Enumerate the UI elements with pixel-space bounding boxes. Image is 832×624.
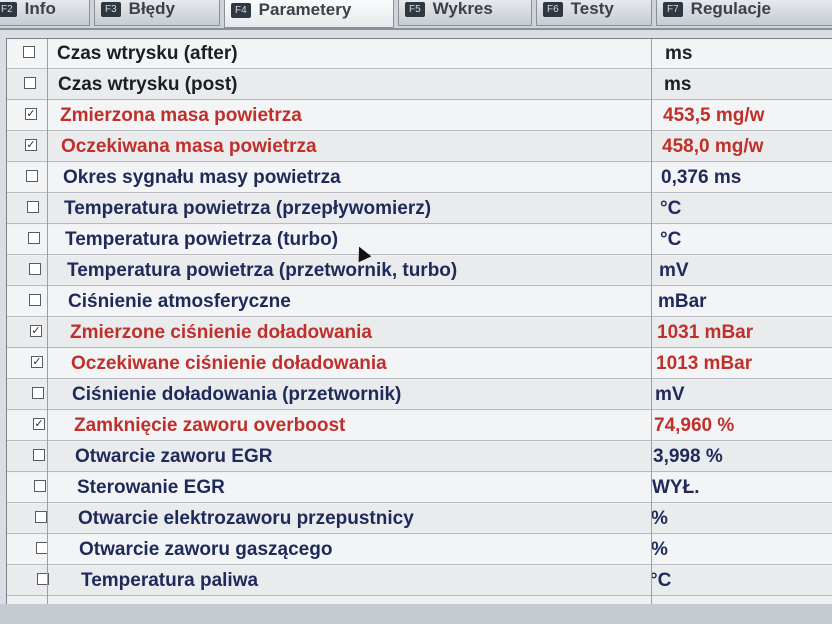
table-row[interactable]: Temperatura powietrza (turbo) °C bbox=[7, 225, 832, 255]
tab-label: Testy bbox=[570, 0, 614, 18]
table-row[interactable]: Otwarcie elektrozaworu przepustnicy% bbox=[7, 504, 832, 534]
table-row[interactable]: ✓ Zamknięcie zaworu overboost 74,960 % bbox=[7, 411, 832, 441]
parameter-value: mV bbox=[659, 260, 689, 281]
table-row[interactable]: Czas wtrysku (post) ms bbox=[7, 70, 832, 100]
parameter-name: Czas wtrysku (post) bbox=[58, 74, 238, 95]
parameter-value: °C bbox=[660, 229, 682, 250]
parameter-value: 1031 mBar bbox=[657, 322, 754, 343]
parameter-value: 74,960 % bbox=[654, 415, 735, 436]
table-row[interactable]: Czas wtrysku (after) ms bbox=[7, 39, 832, 69]
parameter-name: Ciśnienie doładowania (przetwornik) bbox=[72, 384, 402, 405]
row-checkbox[interactable]: ✓ bbox=[25, 139, 37, 151]
row-checkbox[interactable]: ✓ bbox=[30, 325, 42, 337]
row-checkbox[interactable] bbox=[26, 170, 38, 182]
parameter-name: Czas wtrysku (after) bbox=[57, 43, 238, 64]
parameter-name: Temperatura paliwa bbox=[81, 570, 259, 591]
row-checkbox[interactable]: ✓ bbox=[31, 356, 43, 368]
table-row[interactable]: Ciśnienie doładowania (przetwornik) mV bbox=[7, 380, 832, 410]
parameter-value: mV bbox=[655, 384, 685, 405]
row-checkbox[interactable] bbox=[28, 232, 40, 244]
parameter-value: % bbox=[651, 508, 668, 529]
parameter-value: 458,0 mg/w bbox=[662, 136, 764, 157]
parameter-name: Oczekiwana masa powietrza bbox=[61, 136, 317, 157]
table-row[interactable]: ✓ Oczekiwane ciśnienie doładowania 1013 mB… bbox=[7, 349, 832, 379]
row-checkbox[interactable] bbox=[23, 46, 35, 58]
tab-testy[interactable]: F6 Testy bbox=[536, 0, 652, 26]
tab-label: Błędy bbox=[128, 0, 175, 18]
parameter-name: Zmierzone ciśnienie doładowania bbox=[70, 322, 372, 343]
table-row[interactable]: ✓ Zmierzona masa powietrza 453,5 mg/w bbox=[7, 101, 832, 131]
tab-label: Parametery bbox=[258, 0, 352, 19]
tab-label: Wykres bbox=[432, 0, 493, 18]
row-checkbox[interactable]: ✓ bbox=[25, 108, 37, 120]
row-checkbox[interactable] bbox=[27, 201, 39, 213]
row-checkbox[interactable] bbox=[29, 294, 41, 306]
parameter-name: Otwarcie elektrozaworu przepustnicy bbox=[78, 508, 414, 529]
tab-label: Info bbox=[24, 0, 56, 18]
table-row[interactable]: Sterowanie EGR WYŁ. bbox=[7, 473, 832, 503]
table-row[interactable]: Temperatura powietrza (przepływomierz) °C bbox=[7, 194, 832, 224]
parameter-name: Zmierzona masa powietrza bbox=[60, 105, 302, 126]
table-row[interactable]: Temperatura paliwa °C bbox=[7, 566, 832, 596]
status-strip bbox=[0, 604, 832, 624]
tab-wykres[interactable]: F5 Wykres bbox=[398, 0, 532, 26]
parameter-value: ms bbox=[665, 43, 693, 64]
row-checkbox[interactable] bbox=[35, 511, 47, 523]
row-checkbox[interactable] bbox=[34, 480, 46, 492]
parameter-value: WYŁ. bbox=[652, 477, 700, 498]
parameter-value: 0,376 ms bbox=[661, 167, 742, 188]
parameter-value: ms bbox=[664, 74, 692, 95]
tab-key: F5 bbox=[405, 1, 425, 17]
tab-bledy[interactable]: F3 Błędy bbox=[94, 0, 220, 26]
parameter-name: Oczekiwane ciśnienie doładowania bbox=[71, 353, 387, 374]
row-checkbox[interactable] bbox=[32, 387, 44, 399]
tab-key: F2 bbox=[0, 1, 17, 17]
parameter-name: Zamknięcie zaworu overboost bbox=[74, 415, 346, 436]
tab-bar: F2 Info F3 Błędy F4 Parametery F5 Wykres… bbox=[0, 0, 832, 30]
parameter-value: 3,998 % bbox=[653, 446, 723, 467]
parameter-name: Otwarcie zaworu EGR bbox=[75, 446, 273, 467]
parameter-value: °C bbox=[660, 198, 682, 219]
row-checkbox[interactable] bbox=[33, 449, 45, 461]
tab-key: F7 bbox=[663, 1, 683, 17]
table-row[interactable]: Ciśnienie atmosferyczne mBar bbox=[7, 287, 832, 317]
tab-label: Regulacje bbox=[690, 0, 771, 18]
table-row[interactable]: Otwarcie zaworu EGR 3,998 % bbox=[7, 442, 832, 472]
parameter-value: % bbox=[651, 539, 668, 560]
parameter-value: 453,5 mg/w bbox=[663, 105, 765, 126]
tab-regulacje[interactable]: F7 Regulacje bbox=[656, 0, 832, 26]
table-row[interactable]: Temperatura powietrza (przetwornik, turb… bbox=[7, 256, 832, 286]
parameter-name: Okres sygnału masy powietrza bbox=[63, 167, 341, 188]
parameter-name: Temperatura powietrza (przepływomierz) bbox=[64, 198, 432, 219]
parameter-value: 1013 mBar bbox=[656, 353, 753, 374]
tab-parametery[interactable]: F4 Parametery bbox=[224, 0, 394, 28]
tab-key: F3 bbox=[101, 1, 121, 17]
parameter-name: Sterowanie EGR bbox=[77, 477, 225, 498]
parameter-value: mBar bbox=[658, 291, 707, 312]
tab-key: F4 bbox=[231, 2, 251, 18]
parameter-name: Temperatura powietrza (turbo) bbox=[65, 229, 339, 250]
column-divider bbox=[47, 39, 48, 605]
column-divider bbox=[651, 39, 652, 605]
parameter-table: Czas wtrysku (after) ms Czas wtrysku (post… bbox=[6, 38, 832, 606]
tab-key: F6 bbox=[543, 1, 563, 17]
table-row[interactable]: ✓ Zmierzone ciśnienie doładowania 1031 mBa… bbox=[7, 318, 832, 348]
table-row[interactable]: Otwarcie zaworu gaszącego% bbox=[7, 535, 832, 565]
parameter-name: Otwarcie zaworu gaszącego bbox=[79, 539, 333, 560]
row-checkbox[interactable]: ✓ bbox=[33, 418, 45, 430]
row-checkbox[interactable] bbox=[29, 263, 41, 275]
table-row[interactable]: Okres sygnału masy powietrza 0,376 ms bbox=[7, 163, 832, 193]
tab-info[interactable]: F2 Info bbox=[0, 0, 90, 26]
parameter-name: Temperatura powietrza (przetwornik, turb… bbox=[67, 260, 458, 281]
parameter-name: Ciśnienie atmosferyczne bbox=[68, 291, 291, 312]
parameter-value: °C bbox=[650, 570, 672, 591]
row-checkbox[interactable] bbox=[24, 77, 36, 89]
table-row[interactable]: ✓ Oczekiwana masa powietrza 458,0 mg/w bbox=[7, 132, 832, 162]
